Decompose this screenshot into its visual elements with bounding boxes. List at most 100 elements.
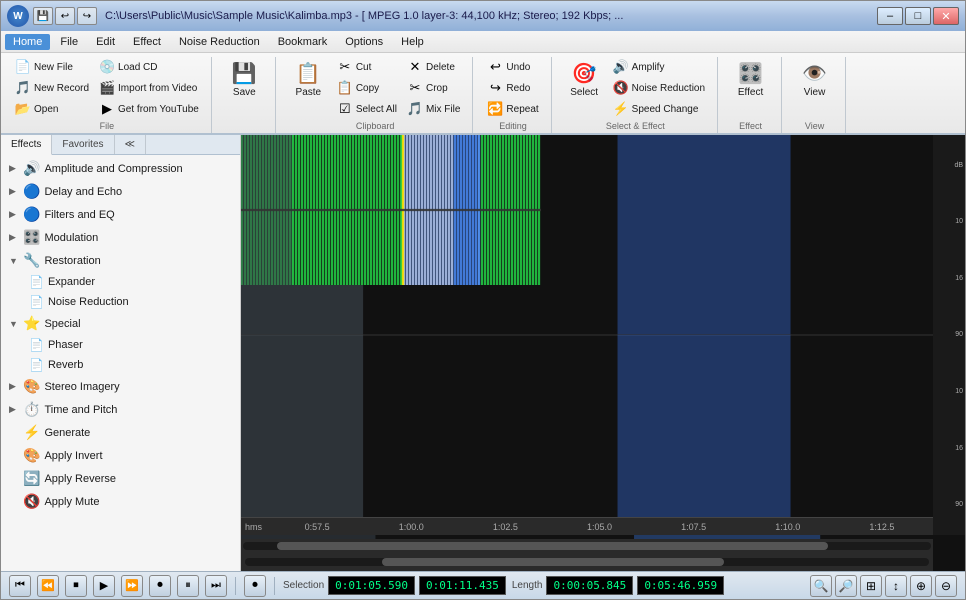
select-icon: 🎯 <box>570 59 598 87</box>
apply-invert-icon: 🎨 <box>23 447 40 464</box>
menu-noise-reduction[interactable]: Noise Reduction <box>171 34 268 50</box>
scrollbar-horizontal[interactable] <box>241 539 933 553</box>
sidebar-item-generate[interactable]: ⚡ Generate <box>1 421 240 444</box>
ribbon-file-col1: 📄 New File 🎵 New Record 📂 Open <box>11 57 93 119</box>
ribbon-new-file[interactable]: 📄 New File <box>11 57 93 77</box>
menu-home[interactable]: Home <box>5 34 50 50</box>
sidebar-item-expander[interactable]: 📄 Expander <box>1 272 240 292</box>
transport-next[interactable]: ⏭ <box>205 575 227 597</box>
time-label-102: 1:02.5 <box>458 522 552 532</box>
transport-play[interactable]: ▶ <box>93 575 115 597</box>
sidebar-item-noise-reduction[interactable]: 📄 Noise Reduction <box>1 292 240 312</box>
toolbar-save[interactable]: 💾 <box>33 7 53 25</box>
menu-file[interactable]: File <box>52 34 86 50</box>
sidebar-item-delay[interactable]: ▶ 🔵 Delay and Echo <box>1 180 240 203</box>
close-button[interactable]: ✕ <box>933 7 959 25</box>
ribbon-view[interactable]: 👁️ View <box>792 57 837 100</box>
menu-edit[interactable]: Edit <box>88 34 123 50</box>
scroll-thumb-2[interactable] <box>382 558 724 566</box>
sidebar-item-time-pitch[interactable]: ▶ ⏱️ Time and Pitch <box>1 398 240 421</box>
toolbar-redo[interactable]: ↪ <box>77 7 97 25</box>
noise-reduction-tree-icon: 📄 <box>29 295 44 309</box>
time-label-110: 1:10.0 <box>741 522 835 532</box>
ribbon-undo[interactable]: ↩ Undo <box>483 57 542 77</box>
ribbon-new-record[interactable]: 🎵 New Record <box>11 78 93 98</box>
ribbon-save-items: 💾 Save <box>222 57 267 129</box>
ribbon-redo[interactable]: ↪ Redo <box>483 78 542 98</box>
menu-effect[interactable]: Effect <box>125 34 169 50</box>
sidebar-item-phaser[interactable]: 📄 Phaser <box>1 335 240 355</box>
time-label-hms: hms <box>245 522 262 532</box>
tab-collapse[interactable]: ≪ <box>115 135 146 154</box>
sidebar-tabs: Effects Favorites ≪ <box>1 135 240 155</box>
ribbon-repeat[interactable]: 🔁 Repeat <box>483 99 542 119</box>
zoom-controls: 🔍 🔎 ⊞ ↕ ⊕ ⊖ <box>810 575 957 597</box>
sidebar-item-modulation[interactable]: ▶ 🎛️ Modulation <box>1 226 240 249</box>
sidebar-item-apply-reverse[interactable]: 🔄 Apply Reverse <box>1 467 240 490</box>
ribbon-paste[interactable]: 📋 Paste <box>286 57 331 100</box>
ribbon-delete[interactable]: ✕ Delete <box>403 57 464 77</box>
sidebar-item-filters[interactable]: ▶ 🔵 Filters and EQ <box>1 203 240 226</box>
menu-help[interactable]: Help <box>393 34 432 50</box>
scroll-track-2[interactable] <box>245 558 929 566</box>
zoom-out[interactable]: 🔎 <box>835 575 857 597</box>
db-label-90-1: 90 <box>935 331 963 338</box>
crop-icon: ✂ <box>407 80 423 96</box>
transport-rewind[interactable]: ⏪ <box>37 575 59 597</box>
ribbon-open[interactable]: 📂 Open <box>11 99 93 119</box>
sidebar-item-special[interactable]: ▼ ⭐ Special <box>1 312 240 335</box>
ribbon-noise-reduction[interactable]: 🔇 Noise Reduction <box>609 78 709 98</box>
sidebar-item-stereo[interactable]: ▶ 🎨 Stereo Imagery <box>1 375 240 398</box>
waveform-canvas[interactable] <box>241 135 541 285</box>
scroll-thumb[interactable] <box>277 542 827 550</box>
minimize-button[interactable]: – <box>877 7 903 25</box>
zoom-fit[interactable]: ⊞ <box>860 575 882 597</box>
ribbon-amplify[interactable]: 🔊 Amplify <box>609 57 709 77</box>
copy-icon: 📋 <box>337 80 353 96</box>
ribbon-mix-file[interactable]: 🎵 Mix File <box>403 99 464 119</box>
sidebar-item-apply-invert[interactable]: 🎨 Apply Invert <box>1 444 240 467</box>
zoom-reset[interactable]: ↕ <box>885 575 907 597</box>
ribbon-load-cd[interactable]: 💿 Load CD <box>95 57 203 77</box>
menu-options[interactable]: Options <box>337 34 391 50</box>
undo-icon: ↩ <box>487 59 503 75</box>
toolbar-undo[interactable]: ↩ <box>55 7 75 25</box>
menu-bookmark[interactable]: Bookmark <box>270 34 336 50</box>
maximize-button[interactable]: □ <box>905 7 931 25</box>
ribbon-select[interactable]: 🎯 Select <box>562 57 607 100</box>
tab-effects[interactable]: Effects <box>1 135 52 155</box>
transport-record[interactable]: ⏺ <box>149 575 171 597</box>
ribbon-group-effect: 🎛️ Effect Effect <box>720 57 782 133</box>
ribbon-group-view: 👁️ View View <box>784 57 846 133</box>
reverb-icon: 📄 <box>29 358 44 372</box>
transport-prev[interactable]: ⏮ <box>9 575 31 597</box>
ribbon-save[interactable]: 💾 Save <box>222 57 267 100</box>
scrollbar-horizontal-2[interactable] <box>241 553 933 571</box>
ribbon-speed-change[interactable]: ⚡ Speed Change <box>609 99 709 119</box>
zoom-in[interactable]: 🔍 <box>810 575 832 597</box>
menu-bar: Home File Edit Effect Noise Reduction Bo… <box>1 31 965 53</box>
transport-fast-forward[interactable]: ⏩ <box>121 575 143 597</box>
tab-favorites[interactable]: Favorites <box>52 135 114 154</box>
ribbon-crop[interactable]: ✂ Crop <box>403 78 464 98</box>
transport-pause[interactable]: ⏸ <box>177 575 199 597</box>
ribbon-cut[interactable]: ✂ Cut <box>333 57 401 77</box>
ribbon-copy[interactable]: 📋 Copy <box>333 78 401 98</box>
waveform-canvas-area[interactable] <box>241 135 541 285</box>
ribbon-effect[interactable]: 🎛️ Effect <box>728 57 773 100</box>
length-field: Length 0:00:05.845 0:05:46.959 <box>512 576 724 595</box>
zoom-extra2[interactable]: ⊖ <box>935 575 957 597</box>
sidebar-item-reverb[interactable]: 📄 Reverb <box>1 355 240 375</box>
scroll-track[interactable] <box>243 542 931 550</box>
ribbon-view-label: View <box>805 121 824 131</box>
ribbon-select-all[interactable]: ☑ Select All <box>333 99 401 119</box>
ribbon-import-video[interactable]: 🎬 Import from Video <box>95 78 203 98</box>
sidebar-item-amplitude[interactable]: ▶ 🔊 Amplitude and Compression <box>1 157 240 180</box>
transport-record-2[interactable]: ⏺ <box>244 575 266 597</box>
transport-stop[interactable]: ⏹ <box>65 575 87 597</box>
modulation-icon: 🎛️ <box>23 229 40 246</box>
zoom-extra1[interactable]: ⊕ <box>910 575 932 597</box>
ribbon-get-youtube[interactable]: ▶ Get from YouTube <box>95 99 203 119</box>
sidebar-item-restoration[interactable]: ▼ 🔧 Restoration <box>1 249 240 272</box>
sidebar-item-apply-mute[interactable]: 🔇 Apply Mute <box>1 490 240 513</box>
